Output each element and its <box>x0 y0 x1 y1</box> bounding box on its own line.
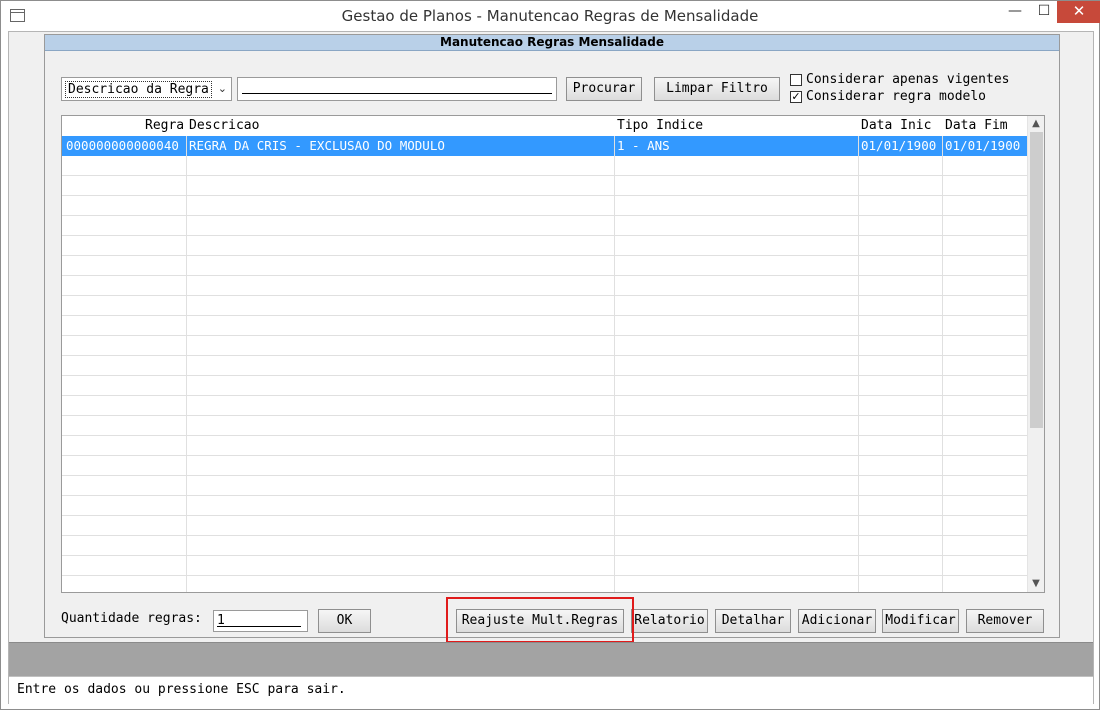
table-row[interactable]: 000000000000040 REGRA DA CRIS - EXCLUSAO… <box>62 136 1028 156</box>
table-row-empty[interactable] <box>62 516 1028 536</box>
chevron-down-icon[interactable]: ⌄ <box>218 82 227 95</box>
status-message: Entre os dados ou pressione ESC para sai… <box>9 676 1093 705</box>
column-divider <box>614 136 615 592</box>
filter-field-value: Descricao da Regra <box>65 81 212 98</box>
column-divider <box>186 136 187 592</box>
cell-descricao: REGRA DA CRIS - EXCLUSAO DO MODULO <box>189 138 445 153</box>
scroll-up-icon[interactable]: ▲ <box>1028 116 1044 132</box>
search-button[interactable]: Procurar <box>566 77 642 101</box>
cell-data-inic: 01/01/1900 <box>861 138 937 153</box>
table-row-empty[interactable] <box>62 276 1028 296</box>
relatorio-button[interactable]: Relatorio <box>631 609 708 633</box>
window-title: Gestao de Planos - Manutencao Regras de … <box>341 7 759 25</box>
scrollbar-thumb[interactable] <box>1030 132 1043 428</box>
status-area <box>9 642 1093 676</box>
only-current-label: Considerar apenas vigentes <box>806 72 1010 87</box>
table-header: Regra Descricao Tipo Indice Data Inic Da… <box>62 116 1028 136</box>
ok-button[interactable]: OK <box>318 609 371 633</box>
table-row-empty[interactable] <box>62 456 1028 476</box>
scroll-down-icon[interactable]: ▼ <box>1028 576 1044 592</box>
table-row-empty[interactable] <box>62 476 1028 496</box>
table-row-empty[interactable] <box>62 196 1028 216</box>
table-row-empty[interactable] <box>62 356 1028 376</box>
panel-title: Manutencao Regras Mensalidade <box>45 35 1059 51</box>
quantity-input[interactable]: 1 <box>213 610 308 632</box>
minimize-button[interactable]: — <box>999 1 1031 23</box>
maximize-button[interactable]: ☐ <box>1031 1 1057 23</box>
close-button[interactable]: ✕ <box>1057 1 1100 23</box>
filter-field-select[interactable]: Descricao da Regra ⌄ <box>61 77 232 101</box>
table-row-empty[interactable] <box>62 216 1028 236</box>
client-area: Manutencao Regras Mensalidade Descricao … <box>8 31 1094 705</box>
table-row-empty[interactable] <box>62 296 1028 316</box>
table-row-empty[interactable] <box>62 436 1028 456</box>
adicionar-button[interactable]: Adicionar <box>798 609 876 633</box>
table-body: 000000000000040 REGRA DA CRIS - EXCLUSAO… <box>62 136 1028 592</box>
table-row-empty[interactable] <box>62 316 1028 336</box>
column-divider <box>858 136 859 592</box>
table-row-empty[interactable] <box>62 496 1028 516</box>
rules-table[interactable]: Regra Descricao Tipo Indice Data Inic Da… <box>61 115 1045 593</box>
check-icon[interactable]: ✓ <box>790 91 802 103</box>
column-header-data-fim[interactable]: Data Fim <box>945 118 1008 133</box>
cell-tipo-indice: 1 - ANS <box>617 138 670 153</box>
table-row-empty[interactable] <box>62 396 1028 416</box>
table-row-empty[interactable] <box>62 576 1028 592</box>
rules-panel: Manutencao Regras Mensalidade Descricao … <box>44 34 1060 638</box>
table-row-empty[interactable] <box>62 376 1028 396</box>
model-rule-checkbox[interactable]: ✓ Considerar regra modelo <box>790 89 1010 105</box>
window-titlebar: Gestao de Planos - Manutencao Regras de … <box>0 0 1100 31</box>
detalhar-button[interactable]: Detalhar <box>715 609 791 633</box>
column-header-tipo-indice[interactable]: Tipo Indice <box>617 118 703 133</box>
table-row-empty[interactable] <box>62 416 1028 436</box>
column-header-descricao[interactable]: Descricao <box>189 118 259 133</box>
table-row-empty[interactable] <box>62 336 1028 356</box>
highlight-annotation <box>446 597 634 643</box>
checkbox-unchecked[interactable] <box>790 74 802 86</box>
remover-button[interactable]: Remover <box>966 609 1044 633</box>
quantity-label: Quantidade regras: <box>61 611 202 626</box>
column-header-regra[interactable]: Regra <box>145 118 184 133</box>
search-input[interactable] <box>237 77 557 101</box>
window-frame: Manutencao Regras Mensalidade Descricao … <box>0 31 1100 710</box>
table-row-empty[interactable] <box>62 176 1028 196</box>
modificar-button[interactable]: Modificar <box>882 609 959 633</box>
table-row-empty[interactable] <box>62 256 1028 276</box>
column-divider <box>942 136 943 592</box>
table-row-empty[interactable] <box>62 236 1028 256</box>
table-row-empty[interactable] <box>62 536 1028 556</box>
table-row-empty[interactable] <box>62 556 1028 576</box>
table-scrollbar[interactable]: ▲ ▼ <box>1027 116 1044 592</box>
input-underline <box>242 93 552 94</box>
model-rule-label: Considerar regra modelo <box>806 89 987 104</box>
clear-filter-button[interactable]: Limpar Filtro <box>654 77 780 101</box>
input-underline <box>217 626 301 627</box>
cell-data-fim: 01/01/1900 <box>945 138 1021 153</box>
cell-regra: 000000000000040 <box>66 138 179 153</box>
table-row-empty[interactable] <box>62 156 1028 176</box>
only-current-checkbox[interactable]: Considerar apenas vigentes <box>790 72 1010 88</box>
column-header-data-inic[interactable]: Data Inic <box>861 118 931 133</box>
